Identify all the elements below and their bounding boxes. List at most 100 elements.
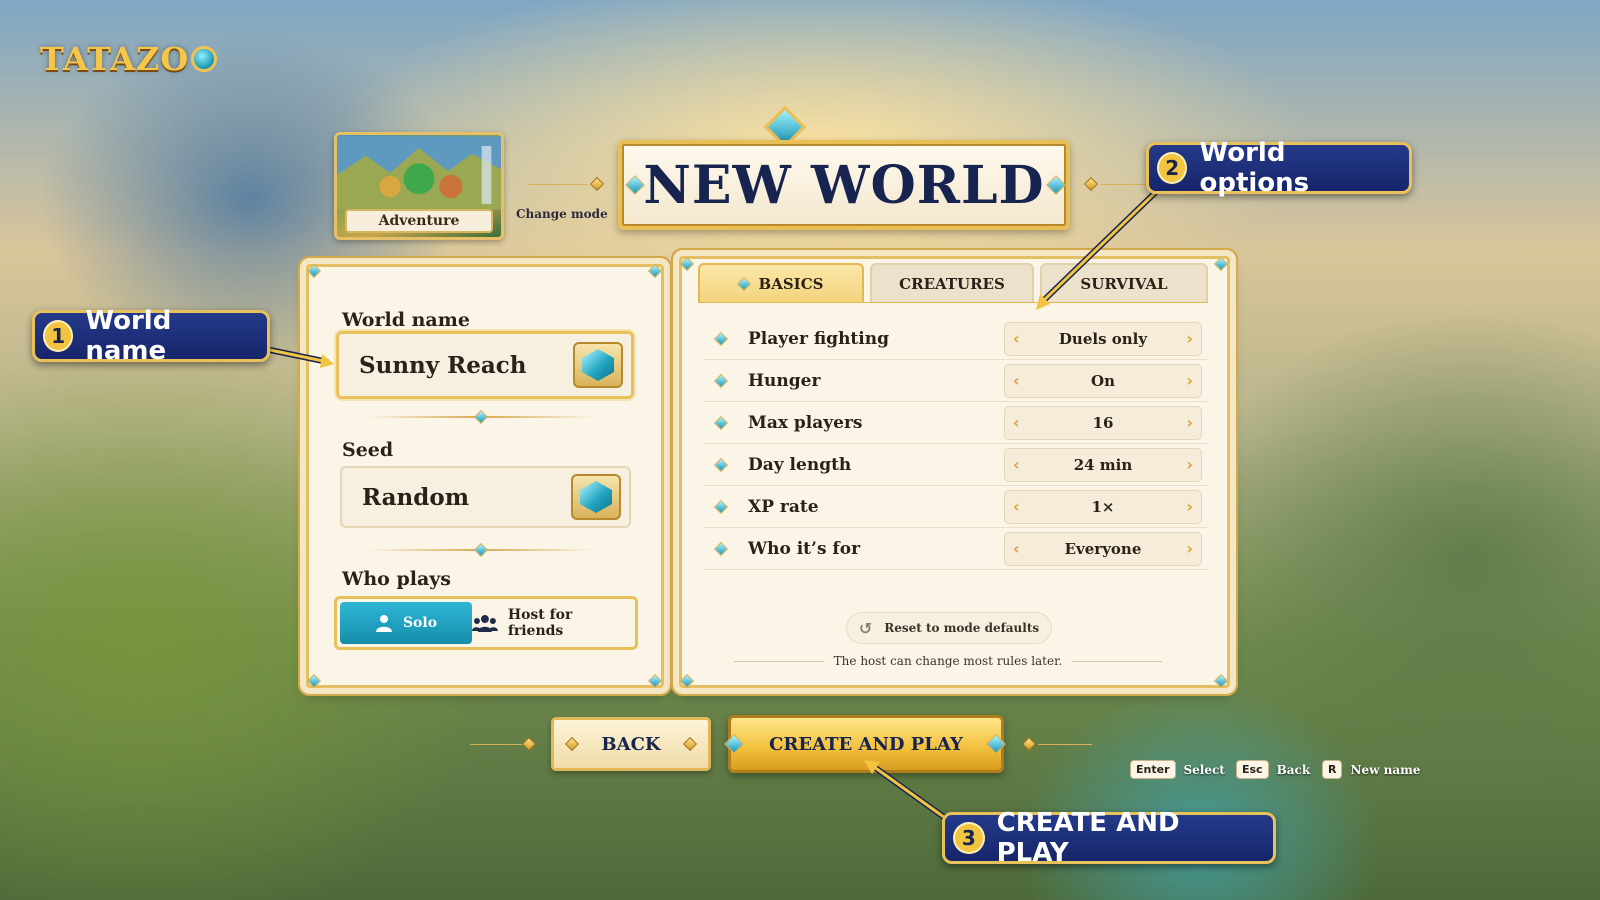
- key-esc: Esc: [1236, 760, 1269, 779]
- solo-option[interactable]: Solo: [340, 602, 472, 644]
- dice-icon: [580, 481, 612, 513]
- host-for-friends-option[interactable]: Host for friends: [472, 602, 632, 644]
- hint-label: New name: [1350, 762, 1421, 777]
- reset-icon: ↺: [858, 618, 873, 638]
- chevron-right-icon[interactable]: ›: [1186, 455, 1193, 474]
- option-label: Max players: [748, 412, 863, 433]
- create-and-play-button[interactable]: CREATE AND PLAY: [728, 715, 1004, 773]
- chevron-right-icon[interactable]: ›: [1186, 497, 1193, 516]
- chevron-right-icon[interactable]: ›: [1186, 413, 1193, 432]
- chevron-right-icon[interactable]: ›: [1186, 371, 1193, 390]
- key-r: R: [1322, 760, 1343, 779]
- diamond-ornament-icon: [589, 176, 605, 192]
- option-label: XP rate: [748, 496, 819, 517]
- mode-name: Adventure: [345, 209, 493, 233]
- diamond-icon: [736, 276, 751, 292]
- back-label: BACK: [601, 733, 661, 755]
- diamond-icon: [713, 541, 729, 556]
- option-label: Day length: [748, 454, 852, 475]
- divider: [528, 184, 588, 185]
- reset-label: Reset to mode defaults: [884, 621, 1040, 635]
- option-stepper: ‹ 16 ›: [1004, 405, 1202, 440]
- callout-text: CREATE AND PLAY: [996, 808, 1180, 868]
- world-name-label: World name: [342, 309, 470, 331]
- seed-label: Seed: [342, 439, 394, 461]
- hint-label: Select: [1183, 762, 1225, 777]
- tab-label: BASICS: [758, 275, 824, 293]
- callout-text: World options: [1199, 138, 1310, 198]
- seed-value: Random: [362, 483, 470, 511]
- gem-icon: [191, 46, 218, 72]
- divider: [1038, 744, 1092, 745]
- group-icon: [472, 615, 498, 632]
- solo-label: Solo: [402, 615, 438, 631]
- callout-text: World name: [85, 306, 172, 366]
- seed-input[interactable]: Random: [340, 466, 631, 528]
- game-logo: TATAZO: [40, 40, 218, 78]
- chevron-left-icon[interactable]: ‹: [1013, 539, 1020, 558]
- diamond-icon: [565, 736, 580, 752]
- option-label: Player fighting: [748, 328, 889, 349]
- option-value: 1×: [1091, 497, 1115, 516]
- chevron-left-icon[interactable]: ‹: [1013, 371, 1020, 390]
- who-plays-toggle: Solo Host for friends: [334, 596, 638, 650]
- callout-number: 3: [953, 822, 985, 854]
- diamond-icon: [713, 499, 729, 514]
- diamond-icon: [713, 373, 729, 388]
- diamond-icon: [713, 415, 729, 430]
- diamond-icon: [682, 736, 697, 752]
- chevron-left-icon[interactable]: ‹: [1013, 455, 1020, 474]
- host-note: The host can change most rules later.: [734, 654, 1163, 668]
- tab-label: CREATURES: [899, 275, 1005, 293]
- tab-creatures[interactable]: CREATURES: [870, 263, 1034, 303]
- diamond-icon: [713, 457, 729, 472]
- chevron-right-icon[interactable]: ›: [1186, 539, 1193, 558]
- back-button[interactable]: BACK: [551, 717, 711, 771]
- option-label: Who it’s for: [748, 538, 861, 559]
- divider: [1100, 184, 1146, 185]
- option-value: Duels only: [1058, 329, 1148, 348]
- host-for-friends-label: Host for friends: [507, 607, 573, 639]
- option-value: Everyone: [1064, 539, 1142, 558]
- divider: [470, 744, 524, 745]
- who-plays-label: Who plays: [342, 568, 451, 590]
- diamond-icon: [713, 331, 729, 346]
- reset-defaults-button[interactable]: ↺ Reset to mode defaults: [846, 612, 1052, 644]
- option-row-max-players: Max players ‹ 16 ›: [704, 402, 1208, 444]
- option-stepper: ‹ On ›: [1004, 363, 1202, 398]
- option-row-xp-rate: XP rate ‹ 1× ›: [704, 486, 1208, 528]
- option-stepper: ‹ 24 min ›: [1004, 447, 1202, 482]
- callout-number: 2: [1157, 152, 1188, 184]
- randomize-seed-button[interactable]: [571, 474, 621, 520]
- option-value: 24 min: [1073, 455, 1133, 474]
- tab-basics[interactable]: BASICS: [698, 263, 864, 303]
- world-name-value: Sunny Reach: [359, 351, 527, 379]
- title-banner: NEW WORLD: [618, 140, 1070, 230]
- world-name-input[interactable]: Sunny Reach: [336, 331, 634, 399]
- option-value: On: [1091, 371, 1115, 390]
- option-row-hunger: Hunger ‹ On ›: [704, 360, 1208, 402]
- chevron-left-icon[interactable]: ‹: [1013, 413, 1020, 432]
- divider: [1072, 660, 1163, 662]
- dice-icon: [582, 349, 614, 381]
- hint-label: Back: [1276, 762, 1311, 777]
- change-mode-link[interactable]: Change mode: [516, 207, 608, 221]
- tab-label: SURVIVAL: [1080, 275, 1168, 293]
- diamond-ornament-icon: [1083, 176, 1099, 192]
- mode-card[interactable]: Adventure: [334, 132, 504, 240]
- chevron-right-icon[interactable]: ›: [1186, 329, 1193, 348]
- tab-survival[interactable]: SURVIVAL: [1040, 263, 1208, 303]
- option-row-day-length: Day length ‹ 24 min ›: [704, 444, 1208, 486]
- chevron-left-icon[interactable]: ‹: [1013, 497, 1020, 516]
- key-enter: Enter: [1130, 760, 1176, 779]
- chevron-left-icon[interactable]: ‹: [1013, 329, 1020, 348]
- mode-artwork: [337, 136, 501, 210]
- option-row-player-fighting: Player fighting ‹ Duels only ›: [704, 318, 1208, 360]
- option-stepper: ‹ 1× ›: [1004, 489, 1202, 524]
- hint-back: Esc Back: [1236, 760, 1310, 779]
- randomize-name-button[interactable]: [573, 342, 623, 388]
- callout-create-and-play: 3 CREATE AND PLAY: [942, 808, 1276, 868]
- create-label: CREATE AND PLAY: [769, 733, 963, 755]
- callout-world-name: 1 World name: [32, 306, 270, 366]
- host-note-text: The host can change most rules later.: [833, 654, 1063, 668]
